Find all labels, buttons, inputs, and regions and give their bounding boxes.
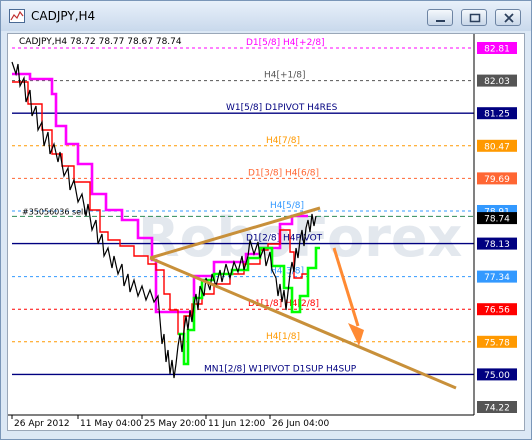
price-tag-text: 80.47 [484,142,510,152]
price-tag-text: 75.78 [484,338,510,348]
maximize-button[interactable] [461,9,487,26]
price-tag-text: 74.22 [484,404,510,414]
time-tick-label: 26 Apr 2012 [14,419,70,429]
order-label: #35056036 sell [22,207,86,216]
price-tag-text: 77.34 [484,273,510,283]
title-bar[interactable]: CADJPY,H4 [1,1,531,31]
chart-area[interactable]: RoboForex D1[5/8] H4[+2/8] H4[+1/8] W1[5/8]… [7,33,525,431]
price-tag-text: 79.69 [484,175,510,185]
time-tick-label: 26 Jun 04:00 [272,419,329,429]
level-label: H4[+1/8] [264,71,306,81]
minimize-button[interactable] [427,9,453,26]
price-tag-text: 81.25 [484,110,510,120]
level-label: D1[5/8] H4[+2/8] [246,38,325,48]
level-label: H4[1/8] [266,332,300,342]
price-tag-text: 78.74 [484,215,510,225]
level-label: D1[3/8] H4[6/8] [248,168,319,178]
minimize-icon [436,20,445,22]
time-tick-label: 11 Jun 12:00 [208,419,265,429]
chart-icon [9,9,25,23]
symbol-quote-line: CADJPY,H4 78.72 78.77 78.67 78.74 [19,37,182,47]
level-label: MN1[2/8] W1PIVOT D1SUP H4SUP [204,364,357,374]
time-tick-label: 25 May 20:00 [144,419,206,429]
chart-window: CADJPY,H4 RoboForex D1[5/8] H4[+2/8] H4[+1… [0,0,532,440]
price-chart[interactable]: RoboForexD1[5/8] H4[+2/8]H4[+1/8]W1[5/8]… [8,34,524,430]
window-title: CADJPY,H4 [31,9,96,23]
price-tag-text: 75.00 [484,371,510,381]
price-tag-text: 76.56 [484,306,510,316]
maximize-icon [469,13,481,23]
close-icon [504,13,514,23]
level-label: H4[5/8] [270,201,304,211]
time-tick-label: 11 May 04:00 [80,419,142,429]
level-label: W1[5/8] D1PIVOT H4RES [226,103,338,113]
price-tag-text: 78.13 [484,240,510,250]
price-tag-text: 82.03 [484,77,510,87]
price-tag-text: 82.81 [484,45,510,55]
close-button[interactable] [495,9,521,26]
level-label: H4[7/8] [266,136,300,146]
